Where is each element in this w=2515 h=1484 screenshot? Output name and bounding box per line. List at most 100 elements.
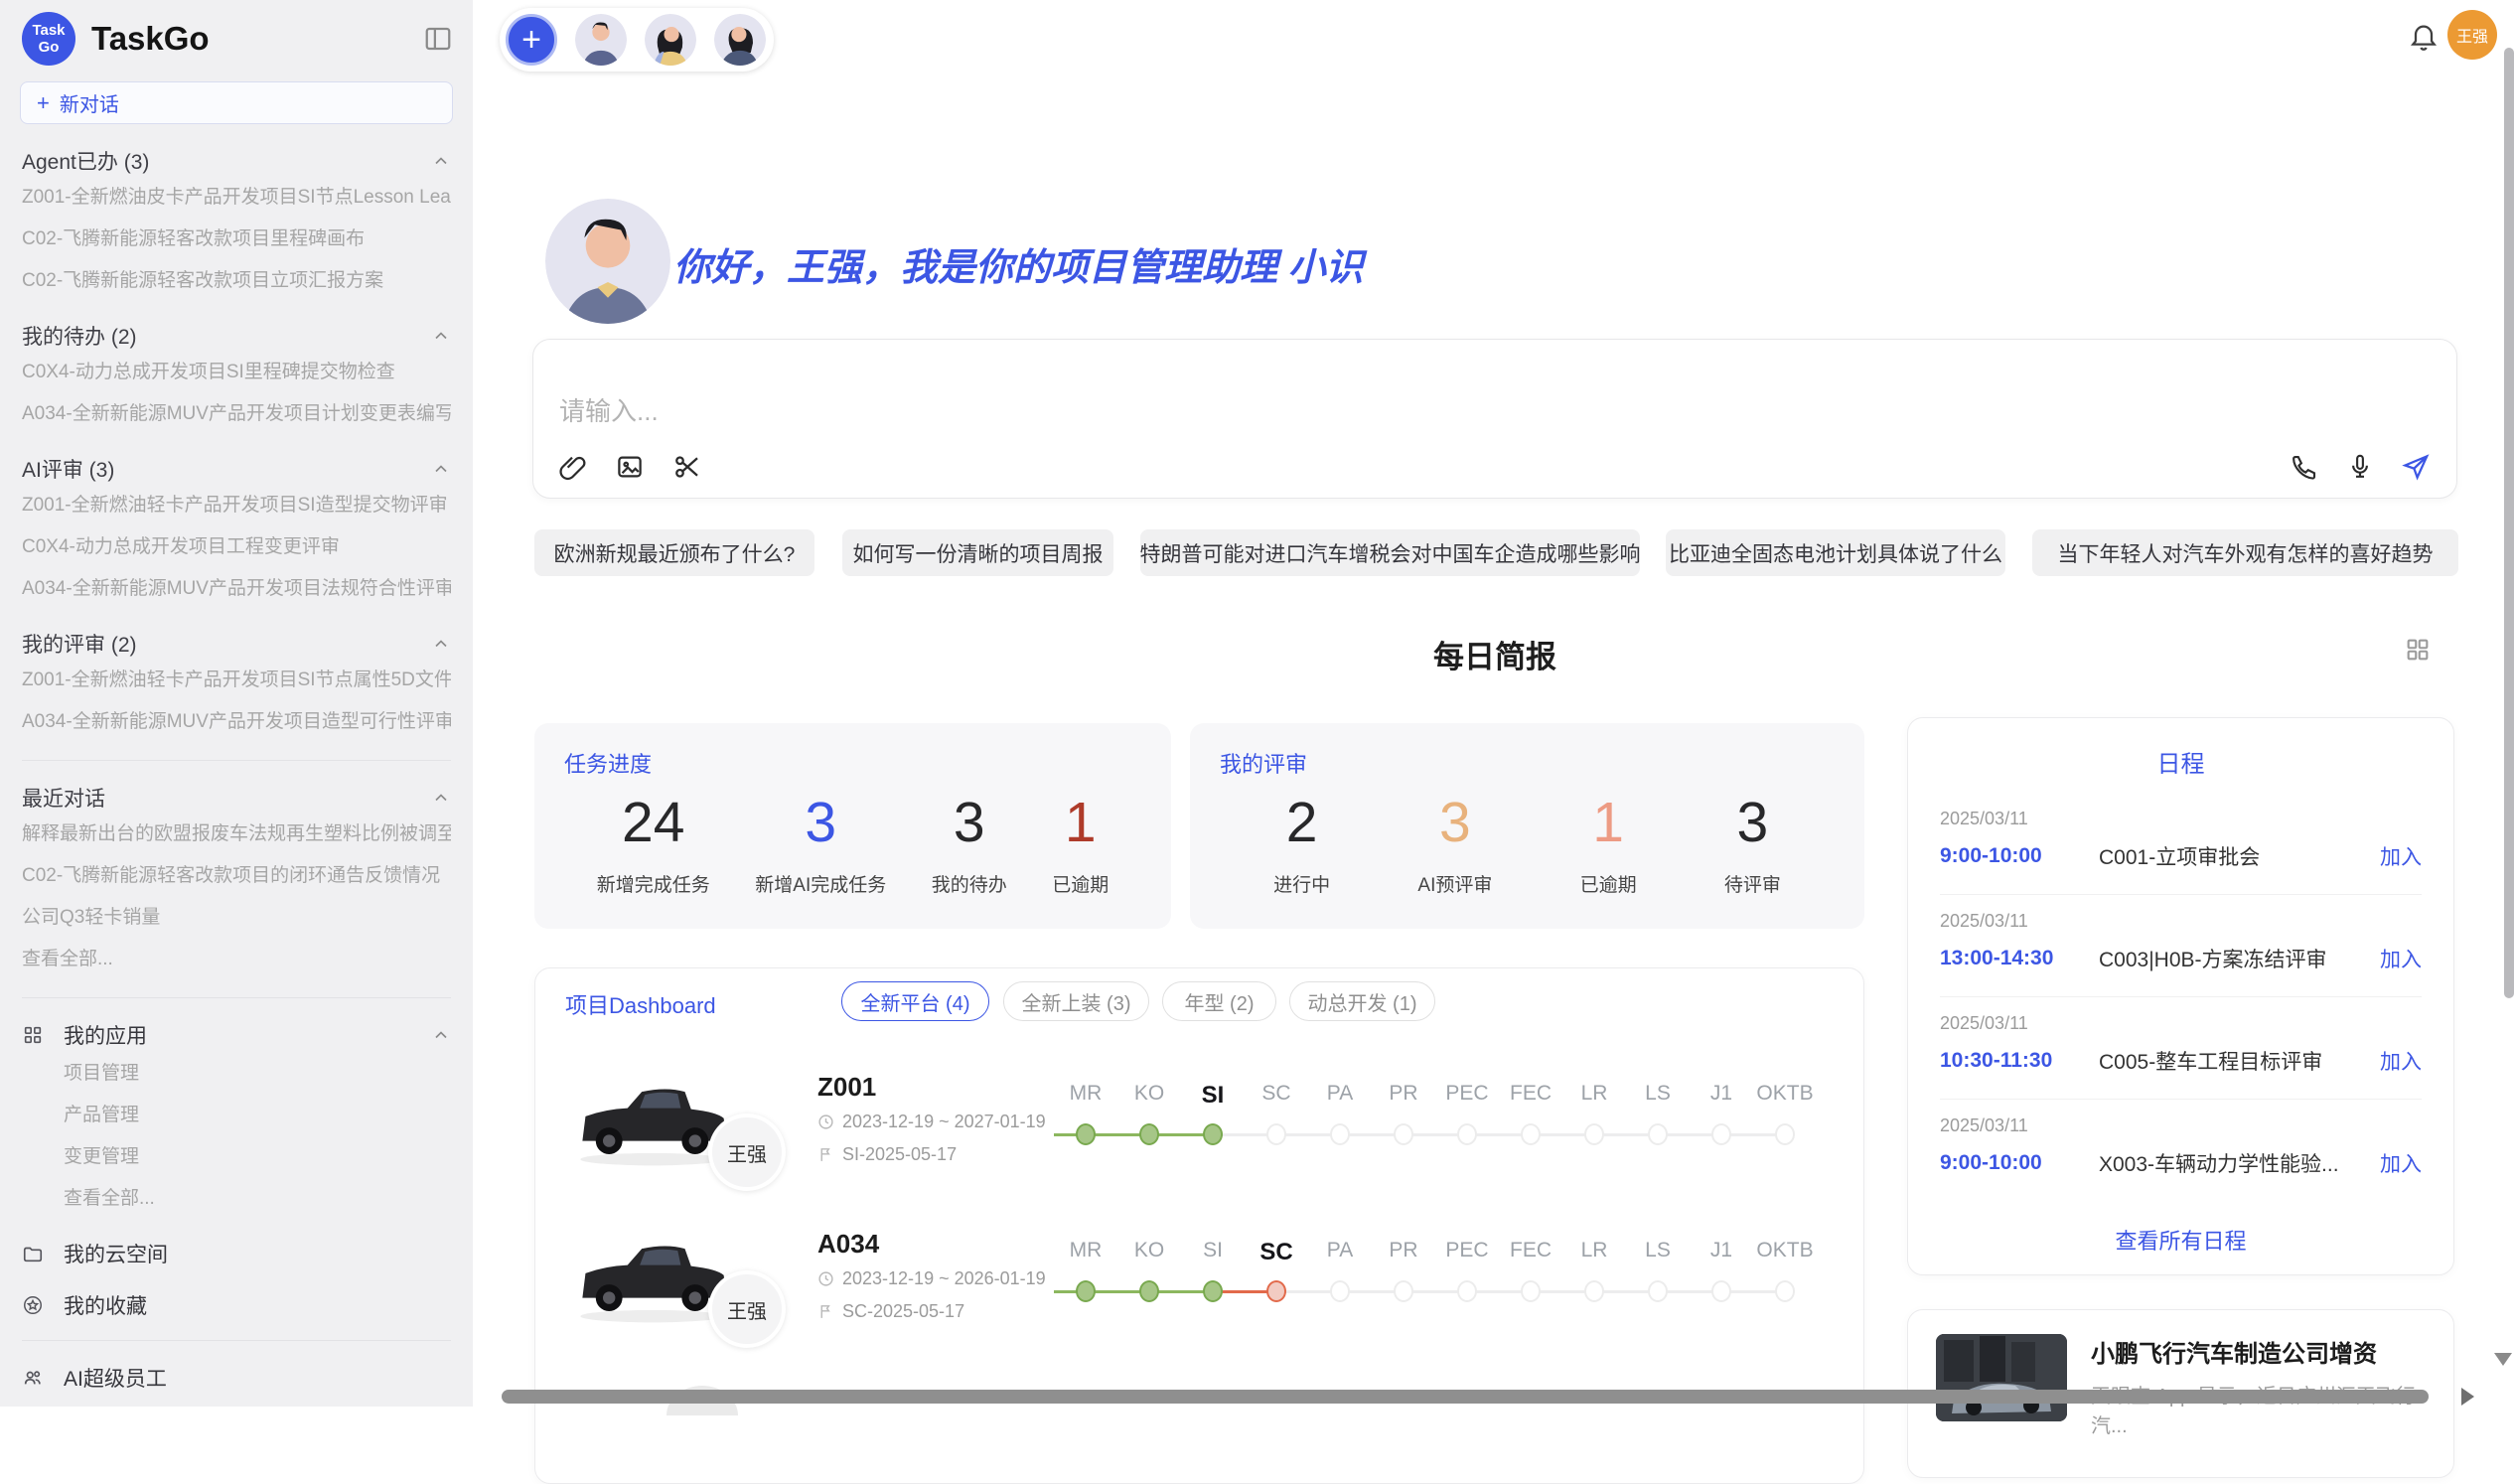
- view-all-schedule-link[interactable]: 查看所有日程: [1908, 1224, 2453, 1256]
- flag-icon: [817, 1146, 834, 1163]
- suggestion-chip[interactable]: 比亚迪全固态电池计划具体说了什么: [1666, 529, 2005, 576]
- join-link[interactable]: 加入: [2380, 1148, 2422, 1178]
- list-item[interactable]: 解释最新出台的欧盟报废车法规再生塑料比例被调至15%...: [22, 811, 451, 852]
- scroll-down-arrow[interactable]: [2494, 1353, 2512, 1366]
- stat-pending-review: 3待评审: [1724, 793, 1781, 897]
- tab-powertrain-dev[interactable]: 动总开发 (1): [1289, 981, 1435, 1021]
- message-composer[interactable]: 请输入...: [532, 339, 2457, 499]
- scroll-right-arrow[interactable]: [2461, 1388, 2474, 1406]
- stat-my-todo: 3我的待办: [932, 793, 1007, 897]
- list-item[interactable]: Z001-全新燃油轻卡产品开发项目SI节点属性5D文件评审: [22, 657, 451, 698]
- suggestion-chip[interactable]: 特朗普可能对进口汽车增税会对中国车企造成哪些影响: [1140, 529, 1640, 576]
- tab-model-year[interactable]: 年型 (2): [1162, 981, 1276, 1021]
- app-logo: TaskGo: [22, 12, 75, 66]
- section-ai-review: AI评审 (3): [22, 456, 451, 482]
- suggestion-chip[interactable]: 当下年轻人对汽车外观有怎样的喜好趋势: [2032, 529, 2458, 576]
- schedule-title: 日程: [1908, 744, 2453, 779]
- greeting-text: 你好，王强，我是你的项目管理助理 小识: [673, 236, 1364, 291]
- sidebar-item-favorites[interactable]: 我的收藏: [22, 1290, 451, 1320]
- composer-placeholder: 请输入...: [559, 391, 659, 428]
- dashboard-title: 项目Dashboard: [565, 988, 716, 1020]
- view-all-link[interactable]: 查看全部...: [22, 936, 451, 977]
- stat-overdue: 1已逾期: [1580, 793, 1637, 897]
- briefing-title: 每日简报: [532, 632, 2457, 676]
- app-item-project-mgmt[interactable]: 项目管理: [22, 1050, 451, 1092]
- list-item[interactable]: C02-飞腾新能源轻客改款项目立项汇报方案: [22, 257, 451, 299]
- vertical-scrollbar-thumb[interactable]: [2504, 48, 2514, 998]
- attachment-icon[interactable]: [557, 452, 587, 482]
- milestone-strip: MRKOSISCPAPRPECFECLRLSJ1OKTB: [1054, 1082, 1817, 1197]
- section-agent-done: Agent已办 (3): [22, 148, 451, 174]
- avatar[interactable]: [714, 14, 766, 66]
- project-code: A034: [817, 1229, 879, 1260]
- user-avatar[interactable]: 王强: [2447, 10, 2497, 60]
- app-title: TaskGo: [91, 20, 423, 58]
- star-icon: [22, 1294, 44, 1316]
- join-link[interactable]: 加入: [2380, 1046, 2422, 1076]
- clock-icon: [817, 1113, 834, 1130]
- list-item[interactable]: C0X4-动力总成开发项目SI里程碑提交物检查: [22, 349, 451, 390]
- list-item[interactable]: Z001-全新燃油轻卡产品开发项目SI造型提交物评审: [22, 482, 451, 523]
- flag-icon: [817, 1303, 834, 1320]
- chevron-up-icon[interactable]: [431, 459, 451, 479]
- assistant-avatar: [545, 199, 670, 324]
- suggestion-chip[interactable]: 欧洲新规最近颁布了什么?: [534, 529, 814, 576]
- join-link[interactable]: 加入: [2380, 944, 2422, 973]
- list-item[interactable]: C02-飞腾新能源轻客改款项目里程碑画布: [22, 216, 451, 257]
- layout-grid-icon[interactable]: [2404, 636, 2432, 664]
- list-item[interactable]: A034-全新新能源MUV产品开发项目法规符合性评审: [22, 565, 451, 607]
- list-item[interactable]: C02-飞腾新能源轻客改款项目的闭环通告反馈情况: [22, 852, 451, 894]
- new-chat-button[interactable]: + 新对话: [20, 81, 453, 124]
- news-title: 小鹏飞行汽车制造公司增资: [2091, 1334, 2429, 1369]
- list-item[interactable]: A034-全新新能源MUV产品开发项目造型可行性评审: [22, 698, 451, 740]
- schedule-item: 2025/03/11 9:00-10:00 C001-立项审批会 加入: [1940, 793, 2422, 895]
- section-my-review: 我的评审 (2): [22, 631, 451, 657]
- milestone-strip: MRKOSISCPAPRPECFECLRLSJ1OKTB: [1054, 1239, 1817, 1354]
- phone-icon[interactable]: [2290, 452, 2319, 482]
- schedule-panel: 日程 2025/03/11 9:00-10:00 C001-立项审批会 加入 2…: [1907, 717, 2454, 1275]
- list-item[interactable]: C0X4-动力总成开发项目工程变更评审: [22, 523, 451, 565]
- avatar[interactable]: [575, 14, 627, 66]
- tab-new-superstructure[interactable]: 全新上装 (3): [1003, 981, 1149, 1021]
- task-progress-card: 任务进度 24新增完成任务 3新增AI完成任务 3我的待办 1已逾期: [534, 723, 1171, 929]
- schedule-item: 2025/03/11 9:00-10:00 X003-车辆动力学性能验... 加…: [1940, 1100, 2422, 1202]
- app-item-product-mgmt[interactable]: 产品管理: [22, 1092, 451, 1133]
- card-title: 我的评审: [1220, 747, 1307, 779]
- sidebar-item-my-apps[interactable]: 我的应用: [22, 1020, 451, 1050]
- sidebar: TaskGo TaskGo + 新对话 Agent已办 (3) Z001-全新燃…: [0, 0, 473, 1407]
- list-item[interactable]: 公司Q3轻卡销量: [22, 894, 451, 936]
- chevron-up-icon[interactable]: [431, 326, 451, 346]
- suggestion-chip[interactable]: 如何写一份清晰的项目周报: [842, 529, 1113, 576]
- divider: [22, 760, 451, 761]
- image-icon[interactable]: [615, 452, 645, 482]
- add-agent-button[interactable]: +: [506, 14, 557, 66]
- chevron-up-icon[interactable]: [431, 151, 451, 171]
- chevron-up-icon[interactable]: [431, 1025, 451, 1045]
- chevron-up-icon[interactable]: [431, 634, 451, 654]
- send-icon[interactable]: [2401, 452, 2431, 482]
- list-item[interactable]: Z001-全新燃油皮卡产品开发项目SI节点Lesson Learn报告: [22, 174, 451, 216]
- project-dates: 2023-12-19 ~ 2026-01-19: [817, 1268, 1046, 1289]
- project-flag: SI-2025-05-17: [817, 1144, 957, 1165]
- sidebar-item-ai-staff[interactable]: AI超级员工: [22, 1363, 451, 1393]
- scissors-icon[interactable]: [672, 452, 702, 482]
- notification-bell-icon[interactable]: [2408, 20, 2440, 52]
- chevron-up-icon[interactable]: [431, 788, 451, 808]
- view-all-link[interactable]: 查看全部...: [22, 1175, 451, 1217]
- horizontal-scrollbar-thumb[interactable]: [502, 1390, 2429, 1404]
- my-review-card: 我的评审 2进行中 3AI预评审 1已逾期 3待评审: [1190, 723, 1864, 929]
- tab-all-new-platform[interactable]: 全新平台 (4): [841, 981, 989, 1021]
- avatar[interactable]: [645, 14, 696, 66]
- people-icon: [22, 1367, 44, 1389]
- sidebar-item-cloud-space[interactable]: 我的云空间: [22, 1239, 451, 1268]
- list-item[interactable]: A034-全新新能源MUV产品开发项目计划变更表编写: [22, 390, 451, 432]
- app-item-change-mgmt[interactable]: 变更管理: [22, 1133, 451, 1175]
- section-recent-chats: 最近对话: [22, 785, 451, 811]
- project-dashboard: 项目Dashboard 全新平台 (4) 全新上装 (3) 年型 (2) 动总开…: [534, 967, 1864, 1484]
- join-link[interactable]: 加入: [2380, 841, 2422, 871]
- owner-badge: 王强: [708, 1113, 786, 1191]
- sidebar-collapse-icon[interactable]: [423, 24, 453, 54]
- stat-in-progress: 2进行中: [1273, 793, 1330, 897]
- divider: [22, 1340, 451, 1341]
- microphone-icon[interactable]: [2345, 452, 2375, 482]
